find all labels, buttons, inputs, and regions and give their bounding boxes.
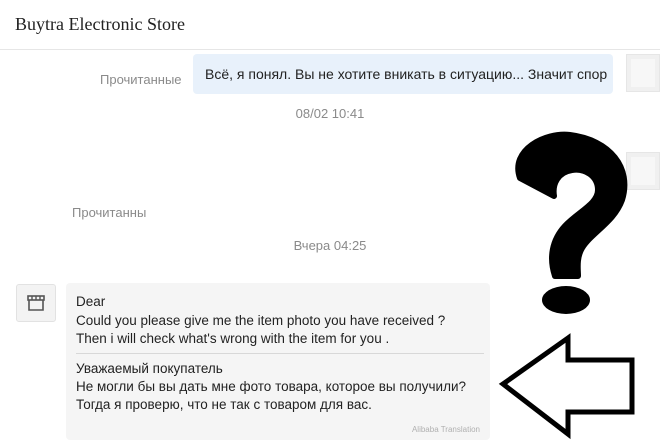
- outgoing-message-bubble: Всё, я понял. Вы не хотите вникать в сит…: [193, 54, 613, 94]
- shop-avatar[interactable]: [16, 284, 56, 322]
- translated-line: Уважаемый покупатель: [76, 361, 223, 376]
- message-line: Then i will check what's wrong with the …: [76, 331, 390, 346]
- user-avatar[interactable]: [626, 54, 660, 92]
- incoming-message-bubble: Dear Could you please give me the item p…: [66, 283, 490, 440]
- translated-line: Не могли бы вы дать мне фото товара, кот…: [76, 379, 467, 394]
- read-status: Прочитанны: [72, 205, 147, 220]
- timestamp: Вчера 04:25: [293, 238, 367, 253]
- message-line: Dear: [76, 294, 106, 309]
- read-status: Прочитанные: [100, 72, 182, 87]
- user-avatar[interactable]: [626, 152, 660, 190]
- arrow-left-icon: [498, 333, 635, 440]
- question-mark-icon: [515, 131, 628, 279]
- chat-header: Buytra Electronic Store: [0, 0, 660, 50]
- store-title: Buytra Electronic Store: [15, 14, 185, 34]
- translated-line: Тогда я проверю, что не так с товаром дл…: [76, 397, 372, 412]
- translation-divider: [76, 353, 484, 354]
- store-icon: [27, 295, 45, 311]
- translation-note: Alibaba Translation: [411, 425, 480, 434]
- question-dot-icon: [542, 286, 590, 314]
- message-line: Could you please give me the item photo …: [76, 313, 446, 328]
- message-text: Всё, я понял. Вы не хотите вникать в сит…: [205, 66, 608, 82]
- timestamp: 08/02 10:41: [295, 106, 365, 121]
